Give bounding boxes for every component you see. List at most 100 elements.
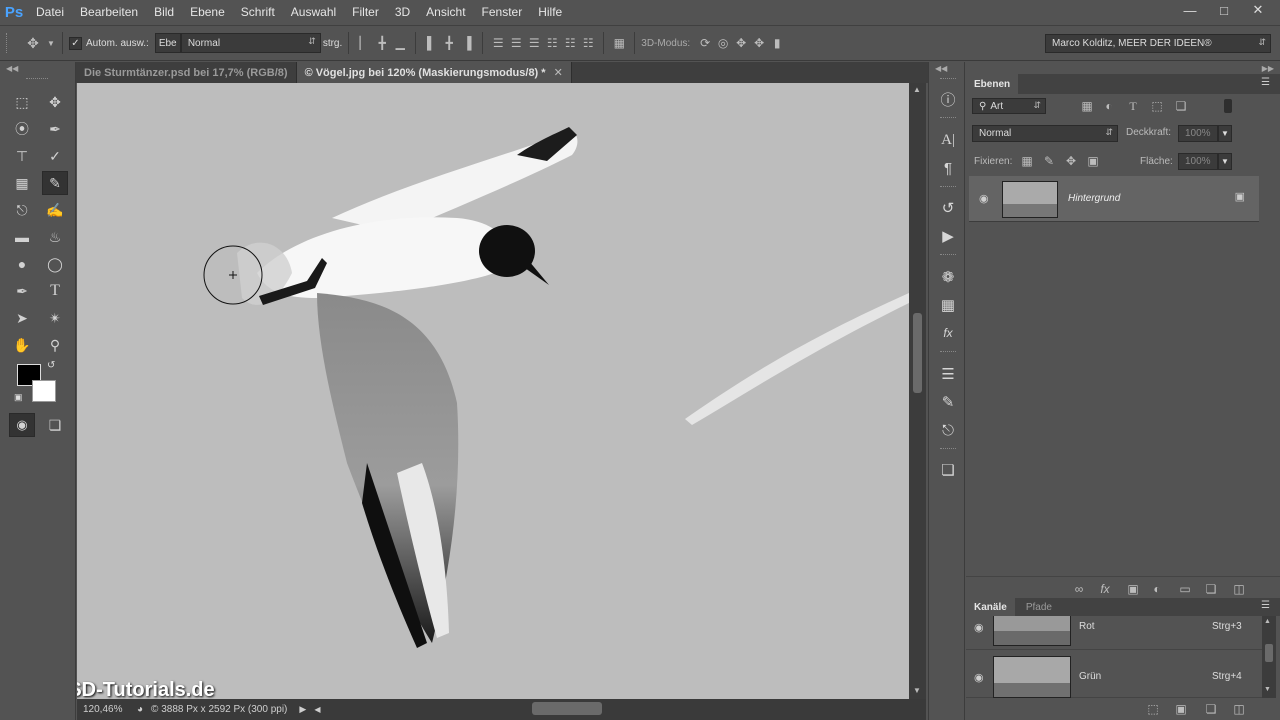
brush-icon[interactable]: ✎ — [42, 171, 68, 195]
screen-mode-icon[interactable]: ❏ — [42, 413, 68, 437]
distribute-left-icon[interactable]: ☷ — [543, 33, 561, 53]
info-icon[interactable]: ⓘ — [936, 87, 960, 111]
quick-select-icon[interactable]: ✒ — [42, 117, 68, 141]
filter-adjust-icon[interactable]: ◐ — [1100, 96, 1118, 116]
scroll-up-icon[interactable]: ▲ — [913, 85, 921, 94]
move-tool-icon[interactable]: ✥ — [42, 90, 68, 114]
tab-kanaele[interactable]: Kanäle — [966, 598, 1015, 616]
align-vcenter-icon[interactable]: ╋ — [373, 33, 391, 53]
trash-icon[interactable]: ◫ — [1230, 699, 1248, 719]
distribute-vcenter-icon[interactable]: ☰ — [507, 33, 525, 53]
distribute-right-icon[interactable]: ☷ — [579, 33, 597, 53]
filter-shape-icon[interactable]: ⬚ — [1148, 96, 1166, 116]
align-left-icon[interactable]: ▌ — [422, 33, 440, 53]
tab-voegel[interactable]: © Vögel.jpg bei 120% (Maskierungsmodus/8… — [296, 62, 572, 83]
dodge-icon[interactable]: ◯ — [42, 252, 68, 276]
drag-3d-icon[interactable]: ✥ — [732, 33, 750, 53]
tab-sturmtaenzer[interactable]: Die Sturmtänzer.psd bei 17,7% (RGB/8) — [76, 62, 297, 83]
channels-scrollbar[interactable]: ▲ ▼ — [1262, 616, 1276, 698]
lock-all-icon[interactable]: ▣ — [1084, 151, 1102, 171]
eraser-icon[interactable]: ▬ — [9, 225, 35, 249]
align-right-icon[interactable]: ▐ — [458, 33, 476, 53]
auto-select-checkbox[interactable]: ✓ — [69, 36, 82, 50]
type-icon[interactable]: T — [42, 279, 68, 303]
scroll-up-icon[interactable]: ▲ — [1264, 618, 1271, 625]
pen-icon[interactable]: ✒ — [9, 279, 35, 303]
lock-pixels-icon[interactable]: ✎ — [1040, 151, 1058, 171]
menu-fenster[interactable]: Fenster — [474, 0, 531, 25]
roll-3d-icon[interactable]: ◎ — [714, 33, 732, 53]
minimize-icon[interactable]: — — [1176, 0, 1204, 20]
eyedropper-icon[interactable]: ✓ — [42, 144, 68, 168]
mask-icon[interactable]: ▣ — [1124, 579, 1142, 599]
filter-toggle[interactable] — [1224, 99, 1232, 113]
scroll-down-icon[interactable]: ▼ — [1264, 686, 1271, 693]
zoom-level[interactable]: 120,46% — [83, 704, 129, 715]
color-palette-icon[interactable]: ❁ — [936, 265, 960, 289]
zoom-icon[interactable]: ⚲ — [42, 333, 68, 357]
scrollbar-thumb[interactable] — [913, 313, 922, 393]
scroll-left-icon[interactable]: ◀ — [314, 705, 320, 714]
blend-mode-dropdown[interactable]: Normal ⇵ — [180, 33, 321, 53]
status-menu-icon[interactable]: ▶ — [299, 704, 306, 715]
link-icon[interactable]: ∞ — [1070, 579, 1088, 599]
close-tab-icon[interactable]: ✕ — [554, 66, 563, 79]
scroll-down-icon[interactable]: ▼ — [913, 686, 921, 695]
visibility-eye-icon[interactable]: ◉ — [979, 192, 989, 205]
workspace-dropdown[interactable]: Marco Kolditz, MEER DER IDEEN® ⇵ — [1045, 34, 1271, 53]
shape-icon[interactable]: ✴ — [42, 306, 68, 330]
menu-bild[interactable]: Bild — [146, 0, 182, 25]
align-bottom-icon[interactable]: ▁ — [391, 33, 409, 53]
move-tool-icon[interactable]: ✥ — [20, 33, 46, 53]
expand-icon[interactable]: ◀◀ — [935, 64, 947, 73]
character-icon[interactable]: A| — [936, 128, 960, 152]
layer-blend-dropdown[interactable]: Normal ⇵ — [972, 125, 1118, 142]
opacity-dropdown-icon[interactable]: ▼ — [1218, 125, 1232, 142]
path-select-icon[interactable]: ➤ — [9, 306, 35, 330]
menu-filter[interactable]: Filter — [344, 0, 387, 25]
menu-ebene[interactable]: Ebene — [182, 0, 233, 25]
filter-pixel-icon[interactable]: ▦ — [1078, 96, 1096, 116]
close-icon[interactable]: ✕ — [1244, 0, 1272, 20]
document-info[interactable]: © 3888 Px x 2592 Px (300 ppi) — [151, 704, 287, 715]
quick-mask-icon[interactable]: ◉ — [9, 413, 35, 437]
load-selection-icon[interactable]: ⬚ — [1144, 699, 1162, 719]
fill-dropdown-icon[interactable]: ▼ — [1218, 153, 1232, 170]
filter-type-icon[interactable]: T — [1124, 96, 1142, 116]
camera-3d-icon[interactable]: ▮ — [768, 33, 786, 53]
tab-ebenen[interactable]: Ebenen — [966, 74, 1019, 94]
menu-ansicht[interactable]: Ansicht — [418, 0, 473, 25]
folder-icon[interactable]: ▭ — [1176, 579, 1194, 599]
new-layer-icon[interactable]: ❏ — [1202, 579, 1220, 599]
history-icon[interactable]: ↺ — [936, 196, 960, 220]
fill-input[interactable]: 100% — [1178, 153, 1218, 170]
trash-icon[interactable]: ◫ — [1230, 579, 1248, 599]
distribute-top-icon[interactable]: ☰ — [489, 33, 507, 53]
adjustment-layer-icon[interactable]: ◐ — [1148, 579, 1166, 599]
panel-menu-icon[interactable]: ☰ — [1261, 77, 1270, 88]
layer-filter-dropdown[interactable]: ⚲ Art ⇵ — [972, 98, 1046, 114]
visibility-eye-icon[interactable]: ◉ — [974, 671, 984, 684]
filter-smart-icon[interactable]: ❏ — [1172, 96, 1190, 116]
distribute-hcenter-icon[interactable]: ☷ — [561, 33, 579, 53]
menu-schrift[interactable]: Schrift — [233, 0, 283, 25]
visibility-eye-icon[interactable]: ◉ — [974, 621, 984, 634]
blur-icon[interactable]: ● — [9, 252, 35, 276]
collapse-icon[interactable]: ▶▶ — [1262, 64, 1274, 73]
menu-3d[interactable]: 3D — [387, 0, 418, 25]
auto-align-icon[interactable]: ▦ — [610, 33, 628, 53]
background-color-swatch[interactable] — [32, 380, 56, 402]
bucket-icon[interactable]: ♨ — [42, 225, 68, 249]
align-hcenter-icon[interactable]: ╋ — [440, 33, 458, 53]
marquee-icon[interactable]: ⬚ — [9, 90, 35, 114]
rotate-3d-icon[interactable]: ⟳ — [696, 33, 714, 53]
horizontal-scroll-thumb[interactable] — [532, 702, 602, 715]
layer-select-dropdown[interactable]: Ebe — [154, 33, 181, 53]
clone-source-icon[interactable]: ⎋ — [936, 418, 960, 442]
hand-icon[interactable]: ✋ — [9, 333, 35, 357]
stamp-icon[interactable]: ⎋ — [9, 198, 35, 222]
distribute-bottom-icon[interactable]: ☰ — [525, 33, 543, 53]
default-colors-icon[interactable]: ▣ — [14, 392, 23, 403]
tab-pfade[interactable]: Pfade — [1018, 598, 1060, 616]
menu-bearbeiten[interactable]: Bearbeiten — [72, 0, 146, 25]
